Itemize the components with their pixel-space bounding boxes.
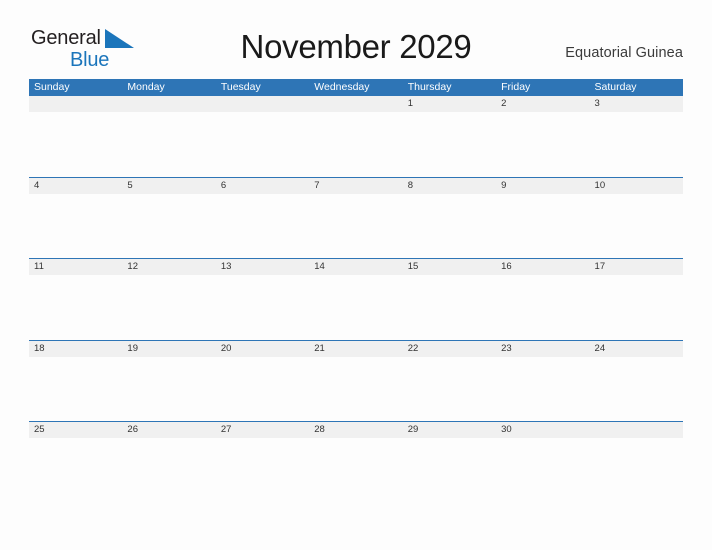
weekday-header-tuesday: Tuesday [220,81,261,93]
calendar-day-cell[interactable]: 7 [309,178,402,194]
calendar-day-cell[interactable]: 12 [122,259,215,275]
weekday-header-wednesday: Wednesday [314,81,370,93]
calendar-day-cell[interactable]: 11 [29,259,122,275]
week-content-area [29,438,683,502]
week-content-area [29,194,683,258]
calendar-day-cell[interactable]: 22 [403,341,496,357]
calendar-day-cell[interactable]: 20 [216,341,309,357]
calendar-day-cell[interactable]: 26 [122,422,215,438]
calendar-day-cell[interactable]: 28 [309,422,402,438]
weekday-header-monday: Monday [127,81,165,93]
country-label: Equatorial Guinea [565,45,683,61]
calendar-week-row: 11 12 13 14 15 16 17 [29,258,683,340]
calendar-week-row: 25 26 27 28 29 30 [29,421,683,503]
weekday-header-thursday: Thursday [407,81,452,93]
calendar-day-cell[interactable] [590,422,683,438]
calendar-day-cell[interactable]: 25 [29,422,122,438]
calendar-day-cell[interactable] [122,96,215,112]
week-date-band: 1 2 3 [29,96,683,112]
weekday-header-sunday: Sunday [34,81,70,93]
calendar-day-cell[interactable]: 18 [29,341,122,357]
calendar-day-cell[interactable]: 27 [216,422,309,438]
week-content-area [29,275,683,339]
calendar-week-row: 18 19 20 21 22 23 24 [29,339,683,421]
week-date-band: 11 12 13 14 15 16 17 [29,259,683,275]
calendar-day-cell[interactable]: 14 [309,259,402,275]
calendar-day-cell[interactable]: 3 [590,96,683,112]
week-content-area [29,357,683,421]
calendar-day-cell[interactable]: 15 [403,259,496,275]
week-date-band: 18 19 20 21 22 23 24 [29,340,683,357]
calendar-day-cell[interactable]: 19 [122,341,215,357]
page-header: General Blue November 2029 Equatorial Gu… [0,0,712,77]
calendar-day-cell[interactable]: 10 [590,178,683,194]
week-content-area [29,112,683,176]
calendar-day-cell[interactable]: 21 [309,341,402,357]
calendar-grid: Sunday Monday Tuesday Wednesday Thursday… [29,79,683,503]
calendar-day-cell[interactable]: 2 [496,96,589,112]
calendar-day-cell[interactable]: 1 [403,96,496,112]
calendar-week-row: 4 5 6 7 8 9 10 [29,176,683,258]
calendar-day-cell[interactable]: 16 [496,259,589,275]
weekday-header-row: Sunday Monday Tuesday Wednesday Thursday… [29,79,683,96]
calendar-day-cell[interactable]: 24 [590,341,683,357]
calendar-day-cell[interactable]: 9 [496,178,589,194]
week-date-band: 4 5 6 7 8 9 10 [29,177,683,194]
calendar-day-cell[interactable]: 17 [590,259,683,275]
calendar-day-cell[interactable] [29,96,122,112]
calendar-day-cell[interactable]: 5 [122,178,215,194]
weekday-header-friday: Friday [501,81,531,93]
calendar-day-cell[interactable]: 4 [29,178,122,194]
calendar-day-cell[interactable] [309,96,402,112]
calendar-day-cell[interactable]: 23 [496,341,589,357]
calendar-day-cell[interactable]: 8 [403,178,496,194]
calendar-day-cell[interactable] [216,96,309,112]
calendar-day-cell[interactable]: 13 [216,259,309,275]
week-date-band: 25 26 27 28 29 30 [29,422,683,438]
calendar-day-cell[interactable]: 29 [403,422,496,438]
weekday-header-saturday: Saturday [594,81,637,93]
calendar-week-row: 1 2 3 [29,96,683,177]
calendar-day-cell[interactable]: 30 [496,422,589,438]
calendar-day-cell[interactable]: 6 [216,178,309,194]
